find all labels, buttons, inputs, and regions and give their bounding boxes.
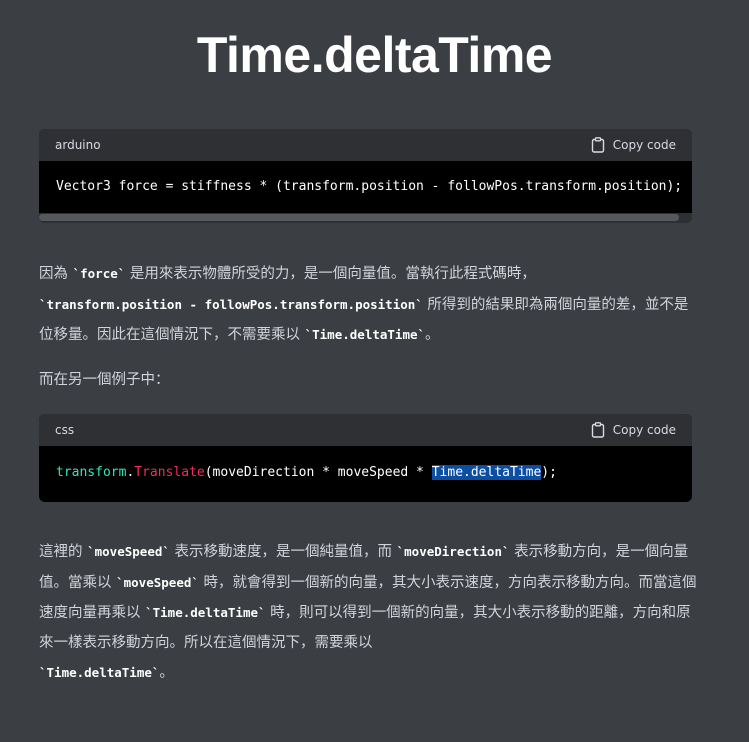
inline-code: `moveSpeed` [87, 544, 170, 559]
inline-code: `force` [72, 266, 126, 281]
copy-code-label: Copy code [612, 423, 676, 437]
selected-text: Time.deltaTime [431, 465, 542, 480]
inline-code: `Time.deltaTime` [304, 327, 426, 342]
code-block-arduino: arduino Copy code Vector3 force = stiffn… [39, 129, 692, 223]
text-segment: 。 [159, 665, 174, 681]
code-language: arduino [55, 138, 101, 152]
code-header: arduino Copy code [39, 129, 692, 161]
code-content: transform.Translate(moveDirection * move… [39, 446, 692, 502]
inline-code: `Time.deltaTime` [39, 665, 160, 680]
clipboard-icon [591, 137, 604, 153]
copy-code-button[interactable]: Copy code [591, 137, 676, 153]
copy-code-button[interactable]: Copy code [591, 422, 676, 438]
paragraph-2: 而在另一個例子中： [39, 366, 699, 396]
text-segment: 。 [425, 327, 440, 343]
clipboard-icon [591, 422, 604, 438]
page-title: Time.deltaTime [196, 27, 553, 83]
code-args: (moveDirection * moveSpeed * [204, 465, 432, 480]
horizontal-scrollbar[interactable] [39, 213, 692, 223]
scrollbar-thumb[interactable] [39, 214, 679, 221]
inline-code: `transform.position - followPos.transfor… [39, 296, 423, 312]
code-content: Vector3 force = stiffness * (transform.p… [56, 179, 683, 194]
code-method: Translate [134, 465, 205, 480]
code-end: ); [541, 465, 557, 480]
code-block-css: css Copy code transform.Translate(moveDi… [39, 414, 692, 502]
paragraph-3: 這裡的 `moveSpeed` 表示移動速度，是一個純量值，而 `moveDir… [39, 537, 699, 689]
copy-code-label: Copy code [612, 138, 676, 152]
code-language: css [55, 423, 75, 437]
code-header: css Copy code [39, 414, 692, 446]
text-segment: 這裡的 [39, 544, 88, 560]
text-segment: 是用來表示物體所受的力，是一個向量值。當執行此程式碼時， [125, 266, 536, 282]
text-segment: 而在另一個例子中： [39, 372, 170, 388]
inline-code: `moveSpeed` [116, 574, 199, 590]
code-object: transform [56, 465, 127, 480]
inline-code: `Time.deltaTime` [145, 605, 266, 620]
text-segment: 因為 [39, 266, 73, 282]
inline-code: `moveDirection` [396, 544, 510, 559]
text-segment: 表示移動速度，是一個純量值，而 [169, 544, 397, 560]
paragraph-1: 因為 `force` 是用來表示物體所受的力，是一個向量值。當執行此程式碼時， `… [39, 259, 699, 351]
